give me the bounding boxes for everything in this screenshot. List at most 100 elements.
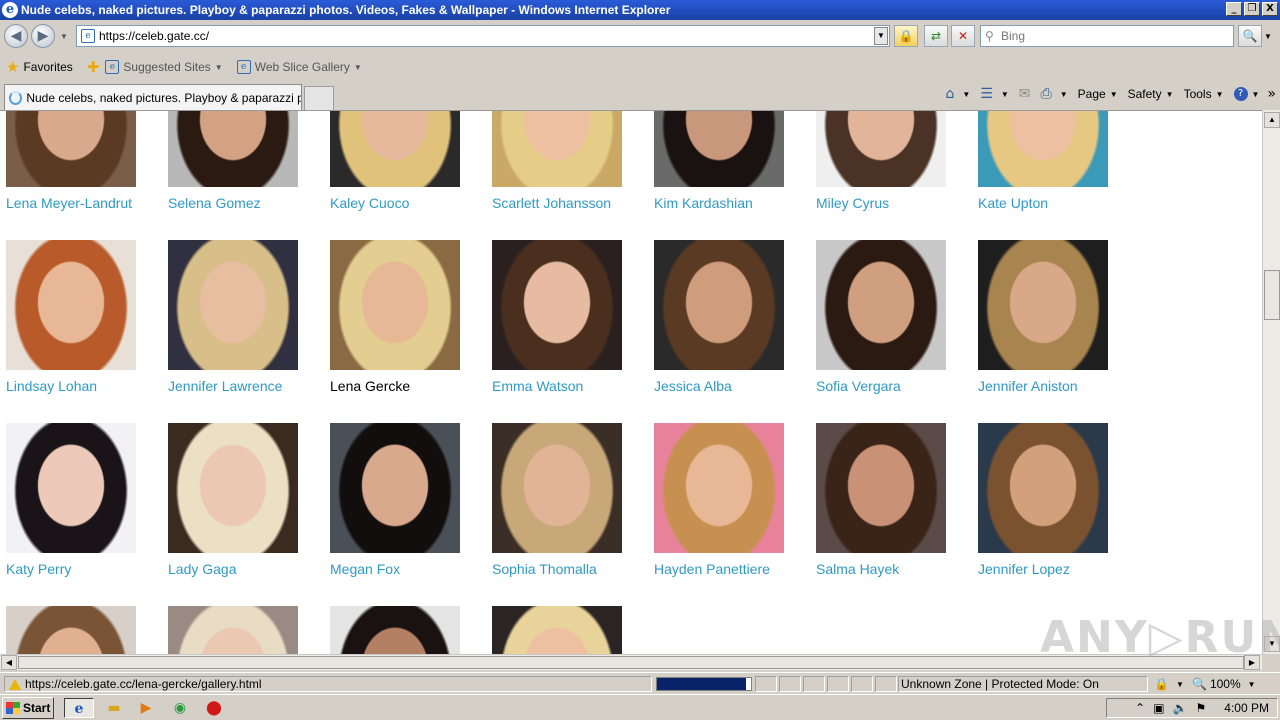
celeb-photo[interactable] (6, 606, 136, 654)
celeb-name-link[interactable]: Kate Upton (978, 195, 1128, 211)
celeb-photo[interactable] (6, 240, 136, 370)
chevron-down-icon[interactable]: ▼ (962, 90, 970, 99)
mail-icon[interactable]: ✉ (1019, 86, 1031, 102)
celeb-name-link[interactable]: Kim Kardashian (654, 195, 804, 211)
protected-mode-button[interactable]: 🔒 ▼ (1154, 676, 1184, 692)
celeb-card[interactable]: Sofia Vergara (816, 240, 966, 394)
minimize-button[interactable]: _ (1226, 2, 1242, 16)
celeb-card[interactable]: Kaley Cuoco (330, 111, 480, 211)
celeb-name-link[interactable]: Jennifer Aniston (978, 378, 1128, 394)
celeb-name-link[interactable]: Hayden Panettiere (654, 561, 804, 577)
celeb-photo[interactable] (330, 240, 460, 370)
security-zone[interactable]: Unknown Zone | Protected Mode: On (898, 676, 1148, 692)
forward-button[interactable]: ▶ (31, 24, 55, 48)
celeb-card[interactable]: Lady Gaga (168, 423, 318, 577)
vertical-scroll-thumb[interactable] (1264, 270, 1280, 320)
address-dropdown-button[interactable]: ▼ (874, 27, 888, 45)
search-input[interactable] (1001, 29, 1233, 43)
network-icon[interactable]: ▣ (1153, 701, 1164, 715)
celeb-photo[interactable] (978, 240, 1108, 370)
tools-menu[interactable]: Tools ▼ (1184, 87, 1224, 101)
celeb-name-link[interactable]: Lena Meyer-Landrut (6, 195, 156, 211)
address-input[interactable] (99, 29, 874, 43)
taskbar-internet-explorer-icon[interactable]: e (64, 698, 94, 718)
chevron-down-icon[interactable]: ▼ (1001, 90, 1009, 99)
celeb-name-link[interactable]: Lena Gercke (330, 378, 480, 394)
search-options-dropdown[interactable]: ▼ (1264, 32, 1272, 41)
help-menu[interactable]: ? ▼ (1233, 87, 1259, 101)
celeb-card[interactable]: Jennifer Lopez (978, 423, 1128, 577)
celeb-photo[interactable] (816, 111, 946, 187)
taskbar-chrome-icon[interactable]: ◉ (170, 698, 190, 718)
celeb-card[interactable]: Hayden Panettiere (654, 423, 804, 577)
chevron-down-icon[interactable]: ▼ (1060, 90, 1068, 99)
chevron-right-icon[interactable]: » (1267, 86, 1276, 102)
celeb-photo[interactable] (330, 606, 460, 654)
celeb-name-link[interactable]: Salma Hayek (816, 561, 966, 577)
celeb-card[interactable]: Megan Fox (330, 423, 480, 577)
celeb-photo[interactable] (978, 111, 1108, 187)
print-icon[interactable]: ⎙ (1041, 86, 1052, 102)
celeb-name-link[interactable]: Megan Fox (330, 561, 480, 577)
taskbar-folder-icon[interactable]: ▬ (104, 698, 124, 718)
page-menu[interactable]: Page ▼ (1078, 87, 1118, 101)
celeb-card[interactable] (330, 606, 480, 654)
celeb-card[interactable]: Jennifer Aniston (978, 240, 1128, 394)
celeb-card[interactable]: Jennifer Lawrence (168, 240, 318, 394)
celeb-photo[interactable] (492, 606, 622, 654)
clock[interactable]: 4:00 PM (1224, 701, 1269, 715)
celeb-name-link[interactable]: Jennifer Lawrence (168, 378, 318, 394)
celeb-photo[interactable] (978, 423, 1108, 553)
celeb-card[interactable]: Emma Watson (492, 240, 642, 394)
title-bar[interactable]: e Nude celebs, naked pictures. Playboy &… (0, 0, 1280, 20)
start-button[interactable]: Start (2, 697, 54, 719)
celeb-name-link[interactable]: Scarlett Johansson (492, 195, 642, 211)
stop-button[interactable]: ✕ (951, 25, 975, 47)
celeb-card[interactable]: Jessica Alba (654, 240, 804, 394)
refresh-button[interactable]: ⇄ (924, 25, 948, 47)
celeb-name-link[interactable]: Selena Gomez (168, 195, 318, 211)
tab-celeb-gate[interactable]: Nude celebs, naked pictures. Playboy & p… (4, 84, 302, 110)
celeb-photo[interactable] (654, 240, 784, 370)
taskbar-stop-app-icon[interactable]: ⬤ (204, 698, 224, 718)
celeb-photo[interactable] (168, 240, 298, 370)
close-button[interactable]: X (1262, 2, 1278, 16)
celeb-card[interactable]: Salma Hayek (816, 423, 966, 577)
action-center-flag-icon[interactable]: ⚑ (1196, 701, 1207, 715)
celeb-photo[interactable] (6, 111, 136, 187)
celeb-card[interactable] (6, 606, 156, 654)
celeb-name-link[interactable]: Sofia Vergara (816, 378, 966, 394)
celeb-photo[interactable] (816, 240, 946, 370)
web-slice-gallery-button[interactable]: e Web Slice Gallery ▼ (236, 60, 362, 74)
celeb-photo[interactable] (654, 111, 784, 187)
celeb-photo[interactable] (654, 423, 784, 553)
favorites-button[interactable]: ★ Favorites (6, 58, 73, 76)
celeb-photo[interactable] (492, 240, 622, 370)
restore-button[interactable]: ❐ (1244, 2, 1260, 16)
celeb-card[interactable]: Miley Cyrus (816, 111, 966, 211)
celeb-card[interactable]: Selena Gomez (168, 111, 318, 211)
celeb-card[interactable] (492, 606, 642, 654)
suggested-sites-button[interactable]: e Suggested Sites ▼ (105, 60, 223, 74)
celeb-photo[interactable] (492, 423, 622, 553)
scroll-left-button[interactable]: ◀ (1, 655, 17, 670)
celeb-photo[interactable] (168, 423, 298, 553)
zoom-button[interactable]: 🔍 100% ▼ (1192, 676, 1256, 692)
new-tab-button[interactable] (304, 86, 334, 110)
home-icon[interactable]: ⌂ (946, 86, 955, 102)
celeb-name-link[interactable]: Jessica Alba (654, 378, 804, 394)
celeb-photo[interactable] (330, 111, 460, 187)
celeb-card[interactable]: Lena Meyer-Landrut (6, 111, 156, 211)
add-to-favorites-bar-icon[interactable]: ✚ (87, 58, 100, 76)
volume-icon[interactable]: 🔈 (1173, 701, 1188, 715)
tray-expand-icon[interactable]: ⌃ (1135, 701, 1145, 715)
celeb-card[interactable]: Kim Kardashian (654, 111, 804, 211)
celeb-name-link[interactable]: Emma Watson (492, 378, 642, 394)
celeb-name-link[interactable]: Lindsay Lohan (6, 378, 156, 394)
celeb-photo[interactable] (168, 606, 298, 654)
celeb-name-link[interactable]: Katy Perry (6, 561, 156, 577)
celeb-photo[interactable] (492, 111, 622, 187)
celeb-name-link[interactable]: Kaley Cuoco (330, 195, 480, 211)
celeb-photo[interactable] (6, 423, 136, 553)
taskbar-media-player-icon[interactable]: ▶ (136, 698, 156, 718)
